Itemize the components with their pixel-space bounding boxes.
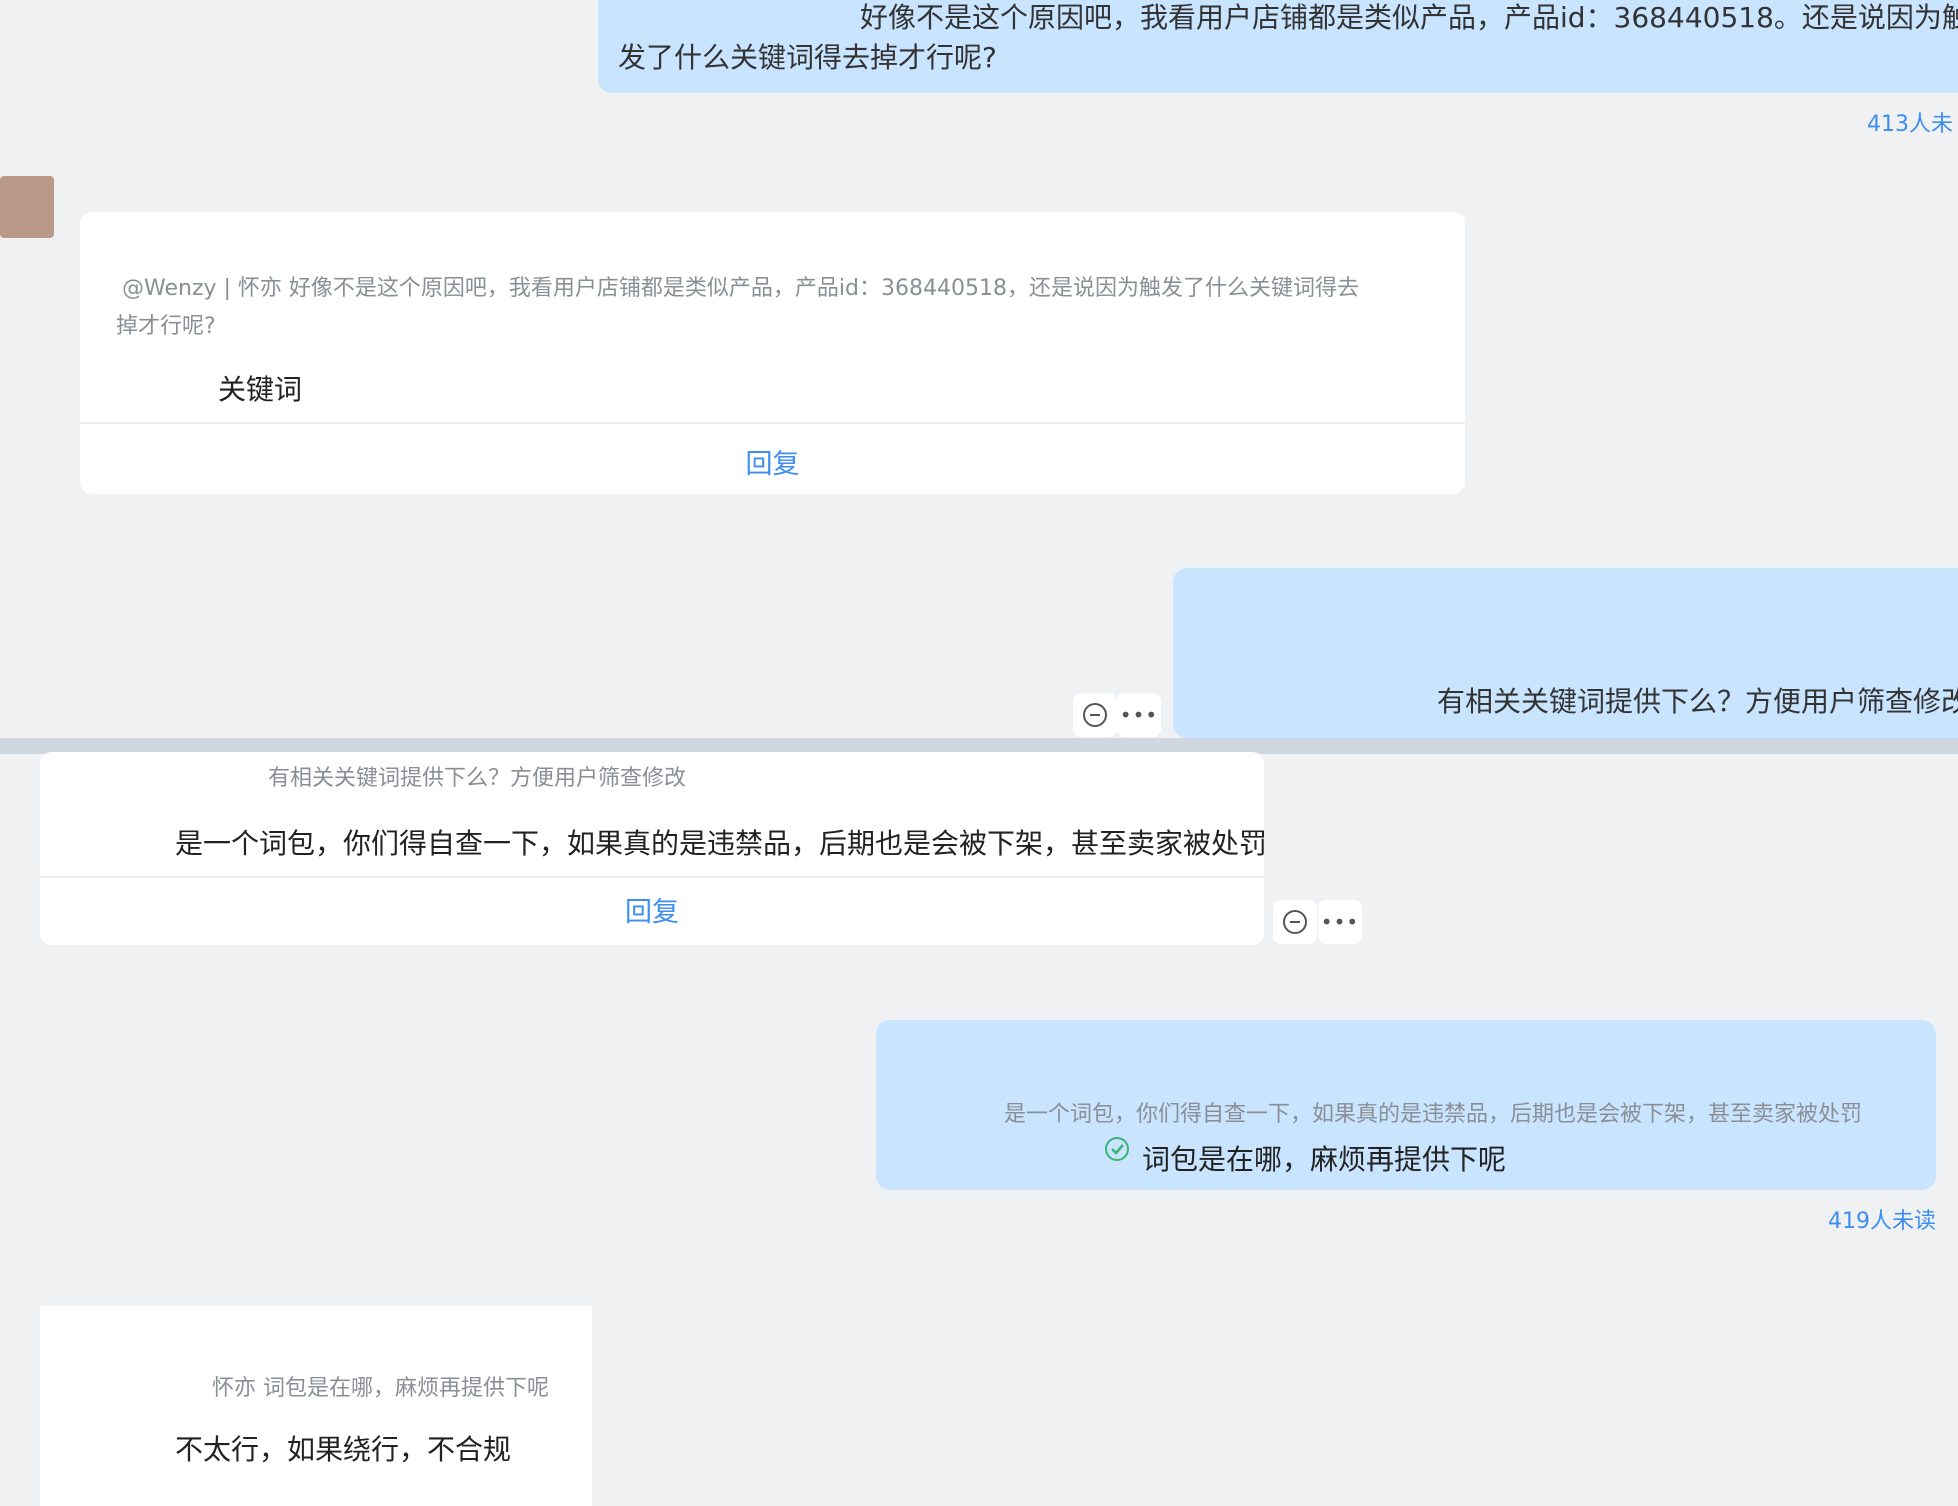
read-check-icon: [1105, 1137, 1129, 1161]
message-text: 是一个词包，你们得自查一下，如果真的是违禁品，后期也是会被下架，甚至卖家被处罚: [175, 827, 1264, 860]
more-icon: •••: [1119, 703, 1159, 727]
quote-text-line: 掉才行呢?: [116, 314, 216, 339]
message-text: 词包是在哪，麻烦再提供下呢: [1142, 1143, 1507, 1176]
card-divider: [80, 422, 1465, 424]
quoted-message: @Wenzy | 怀亦 好像不是这个原因吧，我看用户店铺都是类似产品，产品id：…: [116, 270, 1452, 346]
incoming-message-card: 有相关关键词提供下么？方便用户筛查修改 是一个词包，你们得自查一下，如果真的是违…: [40, 752, 1264, 945]
quoted-message: 是一个词包，你们得自查一下，如果真的是违禁品，后期也是会被下架，甚至卖家被处罚: [1004, 1102, 1863, 1127]
reply-button[interactable]: 回复: [40, 890, 1264, 929]
avatar[interactable]: [0, 176, 54, 238]
comment-icon: [1283, 910, 1307, 934]
message-text: 有相关关键词提供下么？方便用户筛查修改: [1437, 685, 1958, 718]
quoted-message: 怀亦 词包是在哪，麻烦再提供下呢: [212, 1376, 549, 1401]
comment-icon: [1083, 703, 1107, 727]
read-count-link[interactable]: 419人未读: [1828, 1203, 1936, 1235]
card-divider: [40, 876, 1264, 878]
reply-button[interactable]: 回复: [80, 442, 1465, 481]
quoted-message: 有相关关键词提供下么？方便用户筛查修改: [268, 766, 687, 791]
outgoing-message-bubble: 好像不是这个原因吧，我看用户店铺都是类似产品，产品id：368440518。还是…: [598, 0, 1958, 93]
message-text-line: 好像不是这个原因吧，我看用户店铺都是类似产品，产品id：368440518。还是…: [860, 1, 1958, 34]
more-button[interactable]: •••: [1318, 900, 1362, 944]
comment-button[interactable]: [1273, 900, 1317, 944]
quote-text-line: @Wenzy | 怀亦 好像不是这个原因吧，我看用户店铺都是类似产品，产品id：…: [122, 276, 1359, 301]
message-text: 不太行，如果绕行，不合规: [175, 1433, 512, 1466]
read-count-link[interactable]: 413人未: [1867, 106, 1953, 138]
more-button[interactable]: •••: [1117, 693, 1161, 737]
outgoing-message-bubble: 有相关关键词提供下么？方便用户筛查修改: [1173, 568, 1958, 738]
incoming-message-card: @Wenzy | 怀亦 好像不是这个原因吧，我看用户店铺都是类似产品，产品id：…: [80, 212, 1465, 494]
outgoing-message-bubble: 是一个词包，你们得自查一下，如果真的是违禁品，后期也是会被下架，甚至卖家被处罚 …: [876, 1020, 1936, 1190]
message-text-line: 发了什么关键词得去掉才行呢?: [618, 41, 997, 74]
message-text: 关键词: [218, 373, 303, 406]
incoming-message-card: 怀亦 词包是在哪，麻烦再提供下呢 不太行，如果绕行，不合规: [40, 1306, 592, 1506]
comment-button[interactable]: [1073, 693, 1117, 737]
more-icon: •••: [1320, 910, 1360, 934]
